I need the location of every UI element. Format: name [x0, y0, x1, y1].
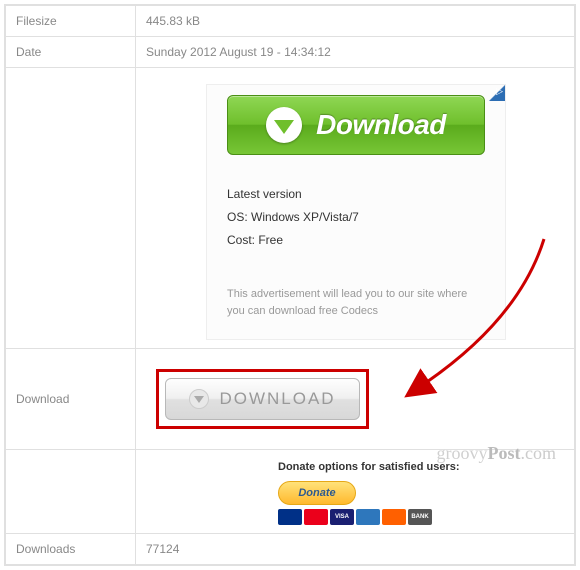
card-maestro-icon: [278, 509, 302, 525]
ad-disclaimer: This advertisement will lead you to our …: [227, 286, 485, 319]
download-arrow-icon: [266, 107, 302, 143]
advertisement: ▷ Download Latest version OS: Windows XP…: [206, 84, 506, 340]
card-amex-icon: [356, 509, 380, 525]
date-label: Date: [6, 37, 136, 68]
donate-section: Donate options for satisfied users: Dona…: [278, 460, 564, 524]
download-button-text: DOWNLOAD: [219, 389, 335, 409]
download-highlight-box: DOWNLOAD: [156, 369, 369, 429]
info-table: Filesize 445.83 kB Date Sunday 2012 Augu…: [4, 4, 576, 566]
ad-download-text: Download: [316, 109, 446, 141]
ad-cost: Cost: Free: [227, 229, 485, 252]
row-date: Date Sunday 2012 August 19 - 14:34:12: [6, 37, 575, 68]
download-button[interactable]: DOWNLOAD: [165, 378, 360, 420]
ad-os: OS: Windows XP/Vista/7: [227, 206, 485, 229]
ad-download-button[interactable]: Download: [227, 95, 485, 155]
download-arrow-icon: [189, 389, 209, 409]
row-downloads: Downloads 77124: [6, 533, 575, 564]
card-visa-icon: VISA: [330, 509, 354, 525]
card-discover-icon: [382, 509, 406, 525]
payment-cards: VISA BANK: [278, 509, 564, 525]
downloads-label: Downloads: [6, 533, 136, 564]
date-value: Sunday 2012 August 19 - 14:34:12: [136, 37, 575, 68]
filesize-value: 445.83 kB: [136, 6, 575, 37]
filesize-label: Filesize: [6, 6, 136, 37]
downloads-value: 77124: [136, 533, 575, 564]
adchoices-icon[interactable]: ▷: [489, 85, 505, 101]
row-download: Download DOWNLOAD: [6, 349, 575, 450]
download-label: Download: [6, 349, 136, 450]
card-mastercard-icon: [304, 509, 328, 525]
ad-info: Latest version OS: Windows XP/Vista/7 Co…: [227, 183, 485, 251]
donate-button[interactable]: Donate: [278, 481, 356, 505]
watermark: groovyPost.com: [437, 443, 557, 464]
row-ad: ▷ Download Latest version OS: Windows XP…: [6, 68, 575, 349]
row-filesize: Filesize 445.83 kB: [6, 6, 575, 37]
card-bank-icon: BANK: [408, 509, 432, 525]
ad-version: Latest version: [227, 183, 485, 206]
